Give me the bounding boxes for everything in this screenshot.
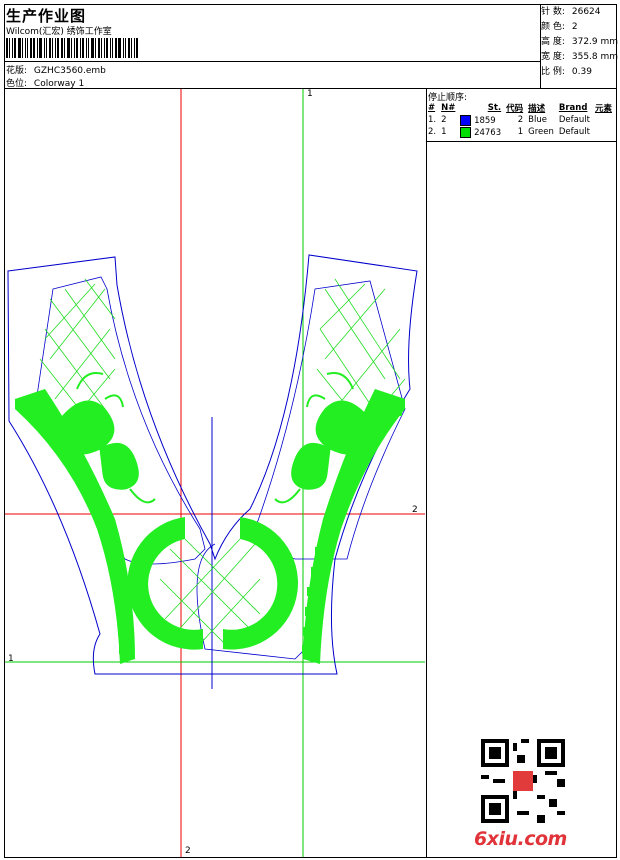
table-header-row: # N# St. 代码 描述 Brand 元素 [426, 101, 615, 114]
stat-value: 26624 [571, 7, 601, 17]
row-element [593, 114, 615, 126]
axis-label-left: 1 [8, 654, 14, 664]
stop-sequence-table: # N# St. 代码 描述 Brand 元素 1. 2 1859 2 Blue… [426, 101, 615, 138]
color-swatch [460, 114, 472, 126]
col-header: 描述 [528, 103, 546, 114]
stat-value: 2 [571, 22, 578, 32]
color-swatch [460, 126, 472, 138]
stat-label: 高 度: [541, 37, 565, 47]
col-header: St. [487, 102, 502, 113]
row-brand: Default [558, 127, 590, 137]
row-code: 1 [517, 127, 524, 137]
axis-label-bottom: 2 [185, 846, 191, 856]
stat-value: 372.9 mm [571, 37, 619, 47]
row-num: 1. [428, 115, 437, 125]
row-stitches: 1859 [458, 114, 504, 126]
stat-row: 比 例: 0.39 [541, 65, 618, 80]
stat-row: 宽 度: 355.8 mm [541, 50, 618, 65]
left-floral-motif [59, 372, 156, 504]
row-brand: Default [558, 115, 590, 125]
stat-label: 颜 色: [541, 22, 565, 32]
stat-value: 355.8 mm [571, 52, 619, 62]
design-row: 花版: GZHC3560.emb [6, 63, 106, 76]
row-stitches: 24763 [458, 126, 504, 138]
colorway-value: Colorway 1 [33, 79, 85, 89]
stat-value: 0.39 [571, 67, 592, 77]
axis-label-right: 2 [412, 505, 418, 515]
row-code: 2 [517, 115, 524, 125]
design-label: 花版: [6, 66, 28, 76]
table-row: 1. 2 1859 2 Blue Default [426, 114, 615, 126]
stat-row: 颜 色: 2 [541, 20, 618, 35]
qr-code-icon [481, 739, 565, 823]
sequence-bottom-line [426, 141, 617, 142]
col-header: Brand [558, 102, 588, 113]
row-n: 2 [441, 115, 447, 125]
colorway-row: 色位: Colorway 1 [6, 76, 84, 89]
stat-label: 比 例: [541, 67, 565, 77]
sequence-divider [426, 88, 427, 858]
embroidery-design [5, 89, 425, 857]
page-title: 生产作业图 [6, 7, 87, 25]
stat-label: 针 数: [541, 7, 565, 17]
stat-row: 高 度: 372.9 mm [541, 35, 618, 50]
row-desc: Green [528, 127, 554, 137]
col-header: 元素 [594, 103, 612, 114]
design-value: GZHC3560.emb [33, 66, 106, 76]
barcode [6, 38, 151, 58]
table-row: 2. 1 24763 1 Green Default [426, 126, 615, 138]
stat-label: 宽 度: [541, 52, 565, 62]
axis-label-top: 1 [307, 89, 313, 99]
company-name: Wilcom(汇宏) 绣饰工作室 [6, 27, 112, 37]
col-header: # [428, 102, 436, 113]
row-element [593, 126, 615, 138]
barcode-divider [4, 61, 540, 62]
col-header: 代码 [506, 103, 524, 114]
watermark-brand: 6xiu.com [474, 828, 567, 850]
colorway-label: 色位: [6, 79, 28, 89]
stats-panel: 针 数: 26624 颜 色: 2 高 度: 372.9 mm 宽 度: 355… [541, 5, 618, 80]
col-header: N# [441, 102, 456, 113]
row-n: 1 [441, 127, 447, 137]
stat-row: 针 数: 26624 [541, 5, 618, 20]
row-desc: Blue [528, 115, 547, 125]
row-num: 2. [428, 127, 437, 137]
